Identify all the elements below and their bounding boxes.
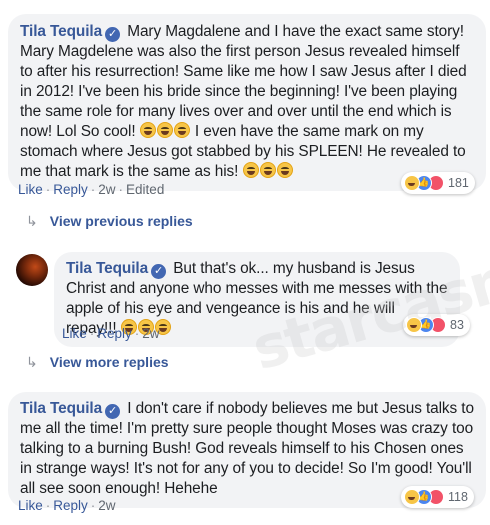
verified-badge-icon: ✓ bbox=[105, 404, 121, 419]
reaction-count: 83 bbox=[450, 318, 464, 332]
reaction-summary[interactable]: 👍 118 bbox=[401, 486, 474, 508]
reply-link[interactable]: Reply bbox=[53, 182, 88, 197]
edited-label[interactable]: Edited bbox=[126, 182, 164, 197]
avatar[interactable] bbox=[16, 254, 48, 286]
reply-arrow-icon: ↳ bbox=[26, 354, 38, 370]
view-previous-replies-link[interactable]: ↳ View previous replies bbox=[26, 213, 193, 230]
comment-actions: Like · Reply · 2w bbox=[62, 326, 160, 341]
comment-author[interactable]: Tila Tequila bbox=[20, 23, 102, 40]
comment-author[interactable]: Tila Tequila bbox=[20, 400, 102, 417]
comment-time[interactable]: 2w bbox=[98, 182, 115, 197]
laughing-emoji-icon bbox=[243, 162, 260, 178]
reaction-summary[interactable]: 👍 181 bbox=[401, 172, 475, 194]
haha-reaction-icon bbox=[404, 489, 420, 505]
verified-badge-icon: ✓ bbox=[151, 264, 167, 279]
reply-link[interactable]: Reply bbox=[53, 498, 88, 513]
haha-reaction-icon bbox=[406, 317, 422, 333]
like-link[interactable]: Like bbox=[18, 182, 43, 197]
laughing-emoji-icon bbox=[140, 122, 157, 138]
comment-actions: Like · Reply · 2w bbox=[18, 498, 116, 513]
reaction-count: 118 bbox=[448, 490, 468, 504]
reaction-summary[interactable]: 👍 83 bbox=[403, 314, 470, 336]
laughing-emoji-icon bbox=[174, 122, 191, 138]
laughing-emoji-icon bbox=[260, 162, 277, 178]
laughing-emoji-icon bbox=[277, 162, 294, 178]
reply-arrow-icon: ↳ bbox=[26, 213, 38, 229]
comment-actions: Like · Reply · 2w · Edited bbox=[18, 182, 165, 197]
comment-time[interactable]: 2w bbox=[98, 498, 115, 513]
comment-time[interactable]: 2w bbox=[142, 326, 159, 341]
like-link[interactable]: Like bbox=[62, 326, 87, 341]
laughing-emoji-icon bbox=[157, 122, 174, 138]
verified-badge-icon: ✓ bbox=[105, 27, 121, 42]
reply-link[interactable]: Reply bbox=[97, 326, 132, 341]
haha-reaction-icon bbox=[404, 175, 420, 191]
comment-bubble: Tila Tequila ✓ Mary Magdalene and I have … bbox=[8, 14, 486, 191]
reaction-count: 181 bbox=[448, 176, 469, 190]
comment-author[interactable]: Tila Tequila bbox=[66, 260, 148, 277]
view-more-replies-link[interactable]: ↳ View more replies bbox=[26, 354, 169, 371]
like-link[interactable]: Like bbox=[18, 498, 43, 513]
